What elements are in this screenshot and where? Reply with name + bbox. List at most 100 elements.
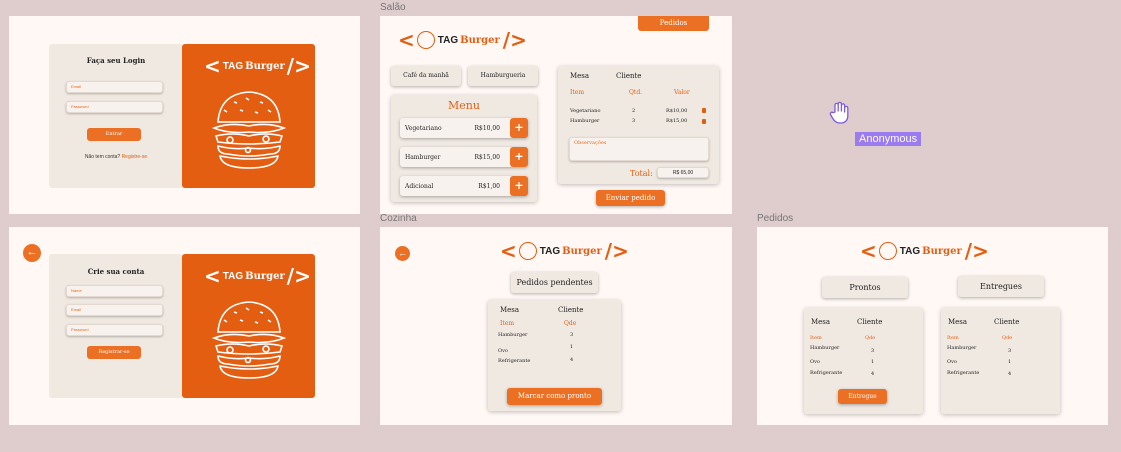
hand-cursor-icon — [829, 101, 849, 124]
menu-item-price: R$1,00 — [478, 183, 500, 190]
ready-row-qde: 1 — [871, 359, 875, 365]
tab-cafe-da-manha[interactable]: Café da manhã — [391, 66, 461, 86]
email-field[interactable]: Email — [66, 304, 163, 316]
add-item-button[interactable]: + — [510, 147, 528, 167]
brand-panel: < TAG Burger /> — [182, 44, 315, 188]
register-frame: ← Crie sua conta Name Email Password Reg… — [9, 227, 360, 425]
bracket-right: /> — [502, 28, 527, 52]
header-item: Item — [570, 89, 585, 96]
add-item-button[interactable]: + — [510, 118, 528, 138]
burger-illustration-icon — [211, 91, 287, 169]
bracket-left: < — [398, 28, 415, 52]
cliente-label: Cliente — [616, 72, 642, 80]
kitchen-row-qde: 3 — [570, 332, 574, 338]
pending-orders-tab[interactable]: Pedidos pendentes — [511, 272, 598, 293]
login-button[interactable]: Entrar — [87, 128, 141, 141]
register-title: Crie sua conta — [87, 267, 145, 276]
cliente-label: Cliente — [558, 306, 584, 314]
brand-logo: < TAG Burger /> — [500, 239, 629, 263]
kitchen-order-card: Mesa Cliente Item Qde Hamburger 3 Ovo 1 … — [488, 300, 621, 411]
brand-tag: TAG — [222, 60, 244, 72]
menu-item-price: R$10,00 — [474, 125, 500, 132]
brand-logo: < TAG Burger /> — [204, 54, 311, 78]
header-item: Item — [947, 335, 959, 341]
tab-prontos[interactable]: Prontos — [822, 277, 908, 298]
add-item-button[interactable]: + — [510, 176, 528, 196]
cliente-label: Cliente — [857, 318, 883, 326]
register-prompt: Não tem conta? Registre-se — [49, 154, 183, 160]
menu-panel: Menu Vegetariano R$10,00 + Hamburger R$1… — [391, 95, 537, 202]
bracket-right: /> — [964, 239, 989, 263]
brand-burger: Burger — [245, 60, 285, 72]
kitchen-row-item: Hamburger — [498, 332, 528, 338]
send-order-button[interactable]: Enviar pedido — [596, 190, 665, 206]
ready-row-item: Hamburger — [810, 345, 840, 351]
burger-logo-icon — [518, 242, 537, 260]
mesa-label: Mesa — [570, 72, 590, 80]
kitchen-row-item: Ovo — [498, 348, 508, 354]
mesa-label: Mesa — [811, 318, 831, 326]
brand-burger: Burger — [460, 34, 500, 46]
trash-icon[interactable] — [702, 108, 706, 113]
kitchen-row-qde: 1 — [570, 344, 574, 350]
brand-tag: TAG — [539, 245, 561, 257]
delivered-row-qde: 4 — [1008, 371, 1012, 377]
header-qde: Qde — [865, 335, 876, 341]
tab-entregues[interactable]: Entregues — [958, 276, 1044, 297]
header-item: Item — [810, 335, 822, 341]
salao-frame: < TAG Burger /> Pedidos Café da manhã Ha… — [380, 16, 732, 214]
header-valor: Valor — [674, 89, 690, 96]
back-button[interactable]: ← — [395, 246, 410, 261]
register-link[interactable]: Registre-se — [122, 154, 148, 160]
ready-row-item: Refrigerante — [810, 370, 843, 376]
total-value: R$ 65,00 — [657, 167, 709, 178]
bracket-left: < — [860, 239, 877, 263]
notes-field[interactable]: Observações — [569, 137, 709, 161]
delivered-row-item: Ovo — [947, 359, 957, 365]
menu-item: Vegetariano R$10,00 + — [400, 118, 528, 138]
frame-label-cozinha: Cozinha — [380, 213, 417, 224]
menu-item-name: Hamburger — [405, 154, 441, 161]
header-qtd: Qtd. — [629, 89, 643, 96]
ready-order-card: Mesa Cliente Item Qde Hamburger 3 Ovo 1 … — [804, 308, 923, 414]
tab-hamburgueria[interactable]: Hamburgueria — [468, 66, 538, 86]
mesa-label: Mesa — [500, 306, 520, 314]
header-qde: Qde — [564, 320, 577, 327]
menu-title: Menu — [448, 99, 480, 112]
menu-item-name: Adicional — [405, 183, 434, 190]
name-field[interactable]: Name — [66, 285, 163, 297]
header-item: Item — [500, 320, 515, 327]
cozinha-frame: ← < TAG Burger /> Pedidos pendentes Mesa… — [380, 227, 732, 425]
pedidos-nav-button[interactable]: Pedidos — [638, 16, 709, 31]
login-card: Faça seu Login Email Password Entrar Não… — [49, 44, 183, 188]
bracket-left: < — [204, 264, 221, 288]
register-button[interactable]: Registrar-se — [87, 346, 141, 359]
total-label: Total: — [630, 169, 653, 178]
menu-item: Adicional R$1,00 + — [400, 176, 528, 196]
mark-ready-button[interactable]: Marcar como pronto — [507, 388, 602, 405]
password-field[interactable]: Password — [66, 324, 163, 336]
brand-logo: < TAG Burger /> — [860, 239, 989, 263]
register-card: Crie sua conta Name Email Password Regis… — [49, 254, 183, 398]
order-row-valor: R$15,00 — [666, 118, 688, 124]
password-field[interactable]: Password — [66, 101, 163, 113]
deliver-button[interactable]: Entregue — [838, 389, 887, 404]
no-account-text: Não tem conta? — [84, 154, 121, 160]
back-button[interactable]: ← — [23, 244, 41, 262]
brand-tag: TAG — [222, 270, 244, 282]
order-row-item: Hamburger — [570, 118, 600, 124]
brand-tag: TAG — [437, 34, 459, 46]
header-qde: Qde — [1002, 335, 1013, 341]
trash-icon[interactable] — [702, 119, 706, 124]
frame-label-pedidos: Pedidos — [757, 213, 794, 224]
email-field[interactable]: Email — [66, 81, 163, 93]
menu-item-price: R$15,00 — [474, 154, 500, 161]
bracket-left: < — [204, 54, 221, 78]
bracket-right: /> — [604, 239, 629, 263]
brand-burger: Burger — [245, 270, 285, 282]
delivered-row-item: Refrigerante — [947, 370, 980, 376]
bracket-right: /> — [286, 54, 311, 78]
frame-label-salao: Salão — [380, 2, 406, 13]
order-row-qtd: 2 — [632, 108, 636, 114]
brand-burger: Burger — [562, 245, 602, 257]
